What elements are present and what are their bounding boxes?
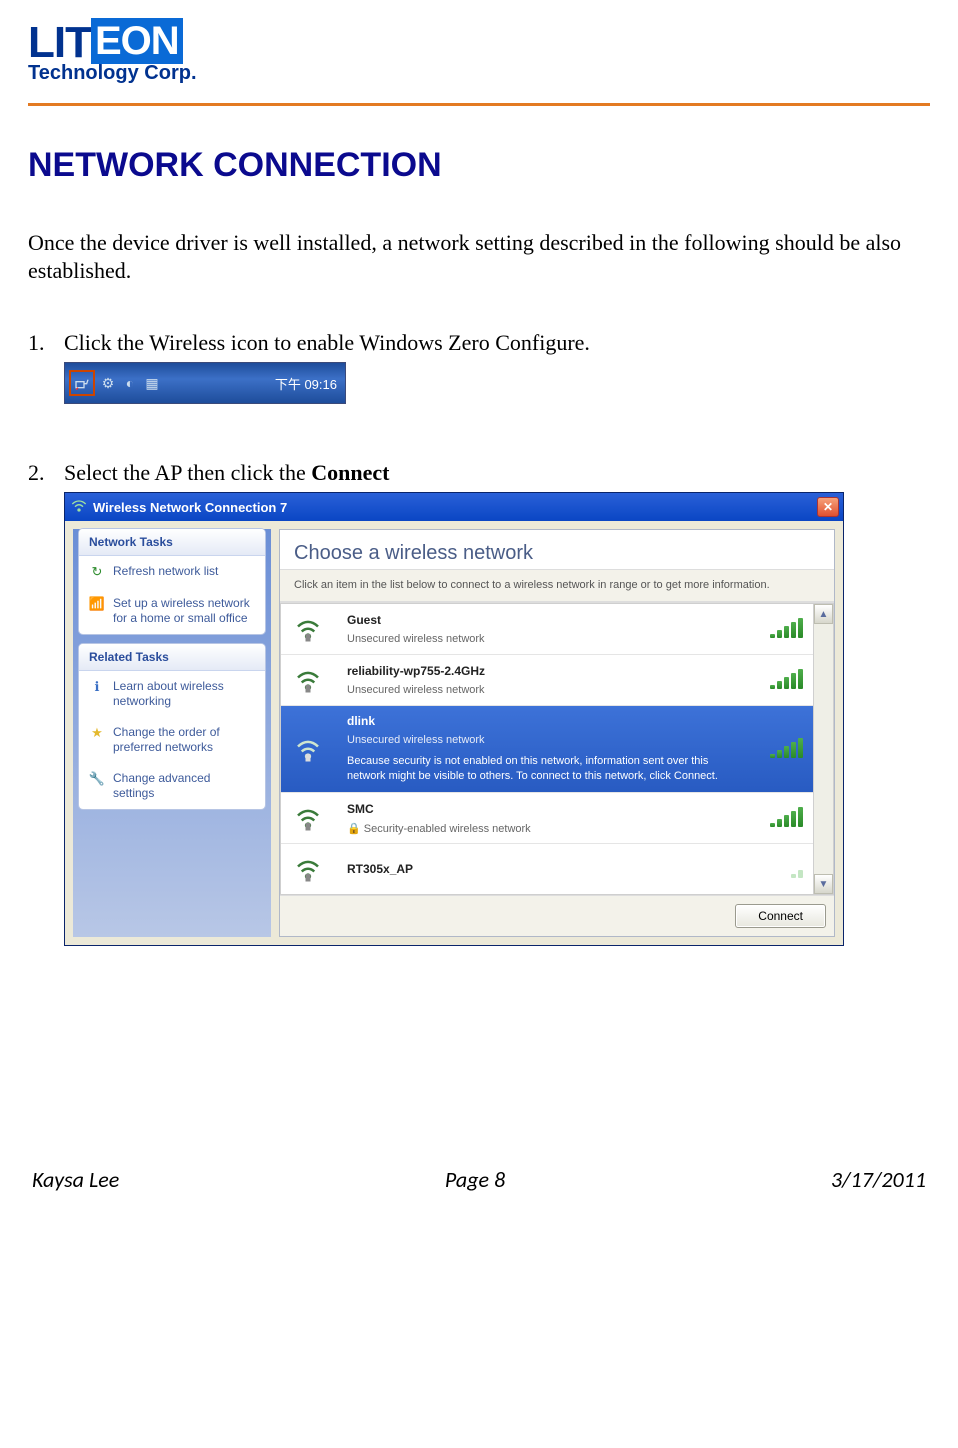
network-item[interactable]: reliability-wp755-2.4GHz Unsecured wirel…: [281, 655, 813, 706]
network-item[interactable]: RT305x_AP: [281, 844, 813, 894]
tray-icon-b: ◐: [121, 374, 139, 392]
network-item-selected[interactable]: dlink Unsecured wireless network Because…: [281, 706, 813, 793]
sidebar-tasks-heading: Network Tasks: [79, 529, 265, 556]
setup-icon: 📶: [89, 596, 105, 612]
signal-icon: [291, 612, 325, 646]
step-2-text: Select the AP then click the Connect: [64, 460, 389, 486]
signal-bars: [743, 671, 803, 689]
scrollbar[interactable]: ▲ ▼: [814, 603, 834, 895]
signal-bars: [743, 740, 803, 758]
brand-logo: LIT EON Technology Corp.: [28, 18, 930, 85]
signal-bars: [743, 860, 803, 878]
signal-bars: [743, 620, 803, 638]
wifi-icon: [71, 498, 87, 517]
divider: [28, 103, 930, 106]
wireless-tray-highlight: [69, 370, 95, 396]
network-ssid: reliability-wp755-2.4GHz: [347, 664, 735, 678]
footer-date: 3/17/2011: [831, 1166, 926, 1193]
systray-screenshot: ⚙ ◐ ▦ 下午 09:16: [64, 362, 346, 404]
signal-icon: [291, 852, 325, 886]
dialog-button-bar: Connect: [280, 895, 834, 936]
wireless-icon[interactable]: [73, 374, 91, 392]
network-ssid: RT305x_AP: [347, 862, 735, 876]
sidebar-learn-label: Learn about wireless networking: [113, 679, 255, 709]
network-desc: Unsecured wireless network: [347, 734, 735, 746]
wireless-dialog: Wireless Network Connection 7 ✕ Network …: [64, 492, 844, 946]
choose-network-heading: Choose a wireless network: [280, 530, 834, 569]
signal-bars: [743, 809, 803, 827]
network-item[interactable]: Guest Unsecured wireless network: [281, 604, 813, 655]
network-ssid: dlink: [347, 714, 735, 728]
step-1-text: Click the Wireless icon to enable Window…: [64, 330, 590, 356]
close-button[interactable]: ✕: [817, 497, 839, 517]
star-icon: ★: [89, 725, 105, 741]
dialog-sidebar: Network Tasks ↻ Refresh network list 📶 S…: [73, 529, 271, 937]
tray-icon-a: ⚙: [99, 374, 117, 392]
dialog-main: Choose a wireless network Click an item …: [279, 529, 835, 937]
network-desc: Unsecured wireless network: [347, 633, 735, 645]
scroll-up-button[interactable]: ▲: [814, 604, 833, 624]
refresh-icon: ↻: [89, 564, 105, 580]
choose-network-sub: Click an item in the list below to conne…: [280, 569, 834, 602]
network-desc: 🔒 Security-enabled wireless network: [347, 822, 735, 835]
info-icon: ℹ: [89, 679, 105, 695]
sidebar-advanced-link[interactable]: 🔧 Change advanced settings: [79, 763, 265, 809]
step-1-num: 1.: [28, 330, 50, 356]
signal-icon: [291, 732, 325, 766]
step-2-num: 2.: [28, 460, 50, 486]
sidebar-learn-link[interactable]: ℹ Learn about wireless networking: [79, 671, 265, 717]
step-2: 2. Select the AP then click the Connect: [28, 460, 930, 486]
network-list: Guest Unsecured wireless network: [280, 603, 814, 895]
sidebar-refresh-label: Refresh network list: [113, 564, 218, 579]
connect-button[interactable]: Connect: [735, 904, 826, 928]
signal-icon: [291, 663, 325, 697]
dialog-title: Wireless Network Connection 7: [93, 500, 287, 515]
tray-clock: 下午 09:16: [275, 374, 341, 393]
intro-paragraph: Once the device driver is well installed…: [28, 229, 928, 284]
signal-icon: [291, 801, 325, 835]
lock-icon: 🔒: [347, 823, 361, 835]
step-1: 1. Click the Wireless icon to enable Win…: [28, 330, 930, 356]
page-footer: Kaysa Lee Page 8 3/17/2011: [28, 1166, 930, 1193]
footer-page: Page 8: [445, 1166, 505, 1193]
sidebar-setup-link[interactable]: 📶 Set up a wireless network for a home o…: [79, 588, 265, 634]
footer-author: Kaysa Lee: [32, 1166, 119, 1193]
dialog-titlebar[interactable]: Wireless Network Connection 7 ✕: [65, 493, 843, 521]
settings-icon: 🔧: [89, 771, 105, 787]
sidebar-setup-label: Set up a wireless network for a home or …: [113, 596, 255, 626]
network-desc: Unsecured wireless network: [347, 684, 735, 696]
sidebar-network-tasks: Network Tasks ↻ Refresh network list 📶 S…: [79, 529, 265, 634]
scroll-down-button[interactable]: ▼: [814, 874, 833, 894]
sidebar-advanced-label: Change advanced settings: [113, 771, 255, 801]
sidebar-order-link[interactable]: ★ Change the order of preferred networks: [79, 717, 265, 763]
network-warning: Because security is not enabled on this …: [347, 754, 735, 784]
logo-text-a: LIT: [28, 18, 91, 64]
network-ssid: SMC: [347, 802, 735, 816]
page-heading: NETWORK CONNECTION: [28, 146, 930, 185]
sidebar-order-label: Change the order of preferred networks: [113, 725, 255, 755]
network-ssid: Guest: [347, 613, 735, 627]
sidebar-related-heading: Related Tasks: [79, 644, 265, 671]
scroll-track[interactable]: [814, 624, 833, 874]
sidebar-refresh-link[interactable]: ↻ Refresh network list: [79, 556, 265, 588]
logo-text-b: EON: [91, 18, 183, 64]
logo-subtitle: Technology Corp.: [28, 62, 930, 85]
network-item[interactable]: SMC 🔒 Security-enabled wireless network: [281, 793, 813, 844]
sidebar-related-tasks: Related Tasks ℹ Learn about wireless net…: [79, 644, 265, 809]
tray-icon-c: ▦: [143, 374, 161, 392]
